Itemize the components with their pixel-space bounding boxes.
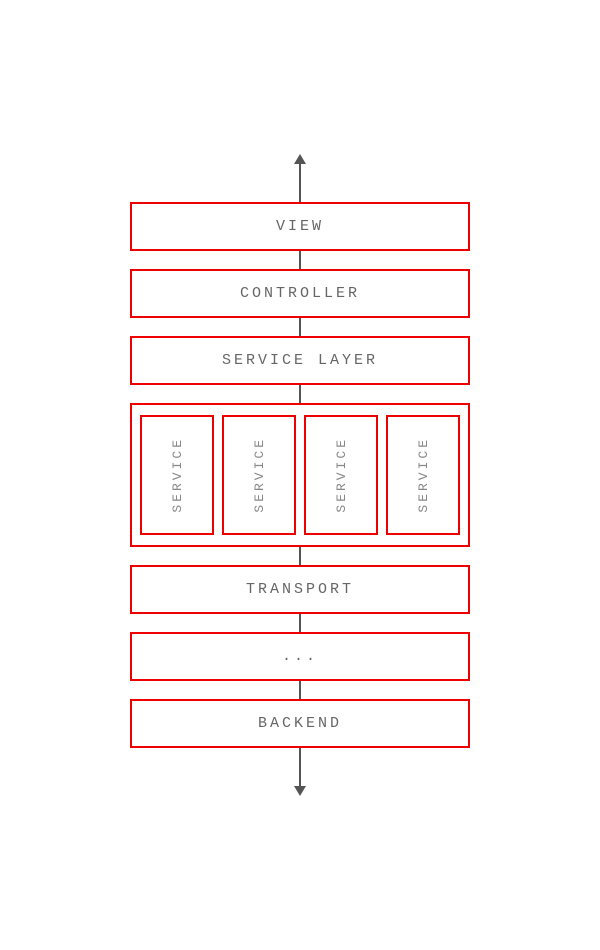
backend-label: BACKEND xyxy=(258,715,342,732)
connector-1 xyxy=(299,251,301,269)
service-box-4: SERVICE xyxy=(386,415,460,535)
connector-4 xyxy=(299,547,301,565)
connector-3 xyxy=(299,385,301,403)
service-box-3: SERVICE xyxy=(304,415,378,535)
service-box-1: SERVICE xyxy=(140,415,214,535)
service-label-1: SERVICE xyxy=(170,437,185,513)
controller-label: CONTROLLER xyxy=(240,285,360,302)
connector-5 xyxy=(299,614,301,632)
service-label-2: SERVICE xyxy=(252,437,267,513)
view-label: VIEW xyxy=(276,218,324,235)
dots-label: ... xyxy=(282,648,318,665)
connector-6 xyxy=(299,681,301,699)
service-label-4: SERVICE xyxy=(416,437,431,513)
arrow-down-icon xyxy=(299,748,301,788)
service-layer-box: SERVICE LAYER xyxy=(130,336,470,385)
connector-2 xyxy=(299,318,301,336)
service-box-2: SERVICE xyxy=(222,415,296,535)
transport-label: TRANSPORT xyxy=(246,581,354,598)
services-container: SERVICE SERVICE SERVICE SERVICE xyxy=(130,403,470,547)
transport-box: TRANSPORT xyxy=(130,565,470,614)
backend-box: BACKEND xyxy=(130,699,470,748)
service-layer-label: SERVICE LAYER xyxy=(222,352,378,369)
dots-box: ... xyxy=(130,632,470,681)
service-label-3: SERVICE xyxy=(334,437,349,513)
arrow-up-icon xyxy=(299,162,301,202)
view-box: VIEW xyxy=(130,202,470,251)
controller-box: CONTROLLER xyxy=(130,269,470,318)
architecture-diagram: VIEW CONTROLLER SERVICE LAYER SERVICE SE… xyxy=(130,162,470,788)
